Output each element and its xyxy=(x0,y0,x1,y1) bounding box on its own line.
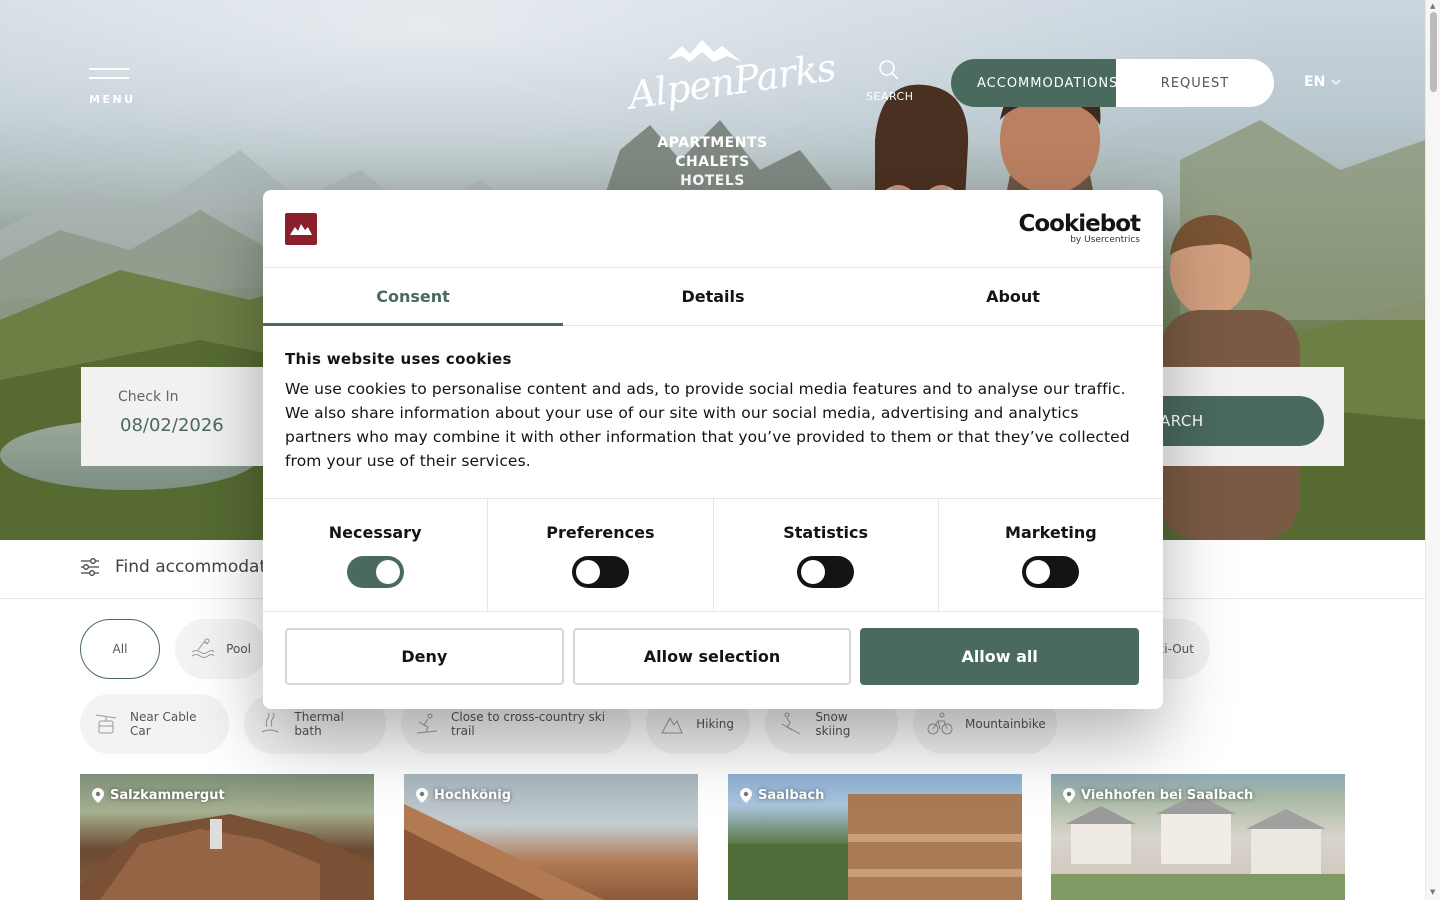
dialog-body: This website uses cookies We use cookies… xyxy=(263,326,1163,499)
toggle-statistics: Statistics xyxy=(714,499,939,611)
dialog-title: This website uses cookies xyxy=(285,350,512,368)
toggle-preferences: Preferences xyxy=(488,499,714,611)
language-selector[interactable]: EN xyxy=(1304,74,1341,90)
location-pin-icon xyxy=(92,788,104,803)
page-scrollbar[interactable]: ▲ ▼ xyxy=(1425,0,1440,900)
toggle-label: Necessary xyxy=(328,523,422,542)
menu-icon xyxy=(89,68,129,70)
dialog-header: Cookiebot by Usercentrics xyxy=(263,190,1163,268)
preferences-switch[interactable] xyxy=(571,556,629,588)
site-logo-icon xyxy=(285,213,317,245)
card-location: Viehhofen bei Saalbach xyxy=(1063,788,1253,803)
dialog-buttons: Deny Allow selection Allow all xyxy=(263,612,1163,685)
chip-label: Hiking xyxy=(696,717,734,731)
snow-skiing-icon xyxy=(779,711,803,737)
toggle-label: Statistics xyxy=(783,523,868,542)
chip-label: Near Cable Car xyxy=(130,710,197,738)
scroll-up-arrow-icon[interactable]: ▲ xyxy=(1430,2,1435,10)
allow-selection-button[interactable]: Allow selection xyxy=(572,628,852,685)
accommodation-card[interactable]: Saalbach xyxy=(728,774,1022,900)
chip-label: All xyxy=(112,642,128,656)
toggle-label: Preferences xyxy=(546,523,655,542)
card-location: Salzkammergut xyxy=(92,788,225,803)
cookie-consent-dialog: Cookiebot by Usercentrics Consent Detail… xyxy=(263,190,1163,709)
toggle-marketing: Marketing xyxy=(939,499,1163,611)
necessary-switch[interactable] xyxy=(346,556,404,588)
menu-button[interactable] xyxy=(89,68,131,86)
cookiebot-logo[interactable]: Cookiebot by Usercentrics xyxy=(1018,212,1141,245)
cable-car-icon xyxy=(94,711,118,737)
location-pin-icon xyxy=(416,788,428,803)
chip-label: Pool xyxy=(226,642,251,656)
accommodations-button[interactable]: ACCOMMODATIONS xyxy=(951,59,1116,107)
menu-label[interactable]: MENU xyxy=(89,93,136,106)
request-button[interactable]: REQUEST xyxy=(1116,59,1274,107)
chip-near-cable-car[interactable]: Near Cable Car xyxy=(80,694,229,754)
location-pin-icon xyxy=(1063,788,1075,803)
thermal-bath-icon xyxy=(258,711,282,737)
chip-all[interactable]: All xyxy=(80,619,160,679)
statistics-switch[interactable] xyxy=(797,556,855,588)
mountainbike-icon xyxy=(927,711,953,737)
language-label: EN xyxy=(1304,74,1326,90)
cross-country-ski-icon xyxy=(415,711,439,737)
checkin-date-field[interactable]: 08/02/2026 xyxy=(120,415,224,436)
header-search-button[interactable]: SEARCH xyxy=(866,58,914,103)
tab-details[interactable]: Details xyxy=(563,268,863,325)
tab-about[interactable]: About xyxy=(863,268,1163,325)
chip-label: Mountainbike xyxy=(965,717,1046,731)
accommodation-card[interactable]: Viehhofen bei Saalbach xyxy=(1051,774,1345,900)
scroll-thumb[interactable] xyxy=(1430,12,1437,92)
consent-toggles: Necessary Preferences Statistics Marketi… xyxy=(263,499,1163,612)
tab-consent[interactable]: Consent xyxy=(263,268,563,326)
chip-label: Close to cross-country ski trail xyxy=(451,710,606,738)
header-cta-group: ACCOMMODATIONS REQUEST xyxy=(951,59,1274,107)
deny-button[interactable]: Deny xyxy=(285,628,564,685)
search-label: SEARCH xyxy=(866,90,914,103)
toggle-label: Marketing xyxy=(1005,523,1097,542)
chip-pool[interactable]: Pool xyxy=(175,619,267,679)
card-location: Saalbach xyxy=(740,788,824,803)
dialog-description: We use cookies to personalise content an… xyxy=(285,380,1130,470)
toggle-necessary: Necessary xyxy=(263,499,489,611)
filter-sliders-icon[interactable] xyxy=(80,558,100,576)
scroll-down-arrow-icon[interactable]: ▼ xyxy=(1430,888,1435,896)
checkin-label: Check In xyxy=(118,389,179,405)
accommodation-card[interactable]: Hochkönig xyxy=(404,774,698,900)
dialog-tabs: Consent Details About xyxy=(263,268,1163,326)
marketing-switch[interactable] xyxy=(1022,556,1080,588)
chip-label: Snow skiing xyxy=(815,710,851,738)
card-location: Hochkönig xyxy=(416,788,511,803)
chevron-down-icon xyxy=(1331,79,1341,85)
search-icon xyxy=(879,60,899,80)
chip-label: Thermal bath xyxy=(294,710,344,738)
hiking-icon xyxy=(660,711,684,737)
pool-icon xyxy=(189,636,214,662)
accommodation-card[interactable]: Salzkammergut xyxy=(80,774,374,900)
location-pin-icon xyxy=(740,788,752,803)
logo-subtitle: APARTMENTS CHALETS HOTELS xyxy=(657,135,768,189)
allow-all-button[interactable]: Allow all xyxy=(860,628,1140,685)
